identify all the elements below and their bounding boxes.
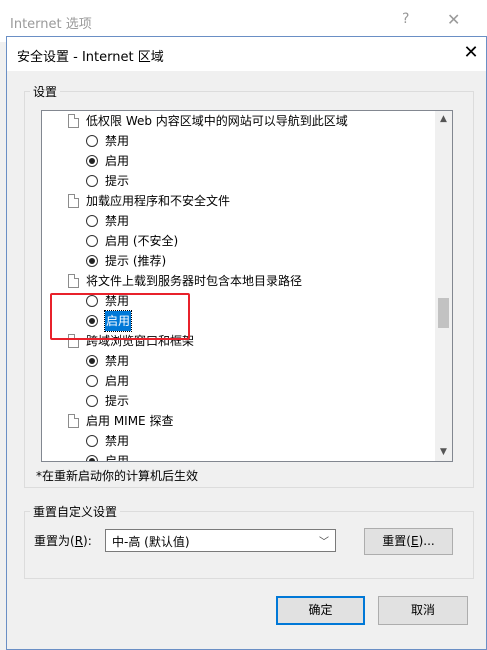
setting-option-label[interactable]: 禁用 bbox=[105, 291, 129, 311]
radio-checked-icon[interactable] bbox=[86, 315, 98, 327]
radio-checked-icon[interactable] bbox=[86, 155, 98, 167]
chevron-down-icon: ﹀ bbox=[319, 537, 329, 548]
setting-option[interactable]: 提示 bbox=[42, 171, 432, 191]
radio-unchecked-icon[interactable] bbox=[86, 435, 98, 447]
scrollbar[interactable]: ▲ ▼ bbox=[435, 111, 452, 461]
settings-listbox[interactable]: 低权限 Web 内容区域中的网站可以导航到此区域 禁用 启用 提示 加载应用程序和不安全… bbox=[41, 110, 453, 462]
close-icon[interactable]: ✕ bbox=[447, 10, 460, 29]
setting-option-label[interactable]: 启用 bbox=[103, 310, 133, 332]
setting-option[interactable]: 禁用 bbox=[42, 431, 432, 451]
page-icon bbox=[68, 114, 79, 128]
ok-button[interactable]: 确定 bbox=[276, 596, 365, 625]
setting-option-label[interactable]: 禁用 bbox=[105, 351, 129, 371]
radio-unchecked-icon[interactable] bbox=[86, 295, 98, 307]
setting-option[interactable]: 启用 (不安全) bbox=[42, 231, 432, 251]
reset-level-value: 中-高 (默认值) bbox=[112, 535, 190, 549]
setting-option[interactable]: 禁用 bbox=[42, 291, 432, 311]
setting-option-label[interactable]: 启用 (不安全) bbox=[105, 231, 178, 251]
setting-option[interactable]: 启用 bbox=[42, 371, 432, 391]
setting-option[interactable]: 禁用 bbox=[42, 351, 432, 371]
radio-unchecked-icon[interactable] bbox=[86, 395, 98, 407]
setting-header-label: 加载应用程序和不安全文件 bbox=[86, 194, 231, 208]
setting-header-label: 跨域浏览窗口和框架 bbox=[86, 334, 195, 348]
setting-option[interactable]: 禁用 bbox=[42, 211, 432, 231]
setting-option-label[interactable]: 提示 bbox=[105, 391, 129, 411]
radio-unchecked-icon[interactable] bbox=[86, 215, 98, 227]
setting-option-label[interactable]: 启用 bbox=[105, 371, 129, 391]
setting-option[interactable]: 启用 bbox=[42, 451, 432, 461]
radio-unchecked-icon[interactable] bbox=[86, 235, 98, 247]
setting-header: 低权限 Web 内容区域中的网站可以导航到此区域 bbox=[42, 111, 432, 131]
setting-option-label[interactable]: 提示 (推荐) bbox=[105, 251, 166, 271]
setting-option[interactable]: 启用 bbox=[42, 151, 432, 171]
radio-unchecked-icon[interactable] bbox=[86, 375, 98, 387]
scroll-up-arrow-icon[interactable]: ▲ bbox=[435, 111, 452, 128]
radio-unchecked-icon[interactable] bbox=[86, 175, 98, 187]
setting-header: 将文件上载到服务器时包含本地目录路径 bbox=[42, 271, 432, 291]
dialog-close-icon[interactable]: ✕ bbox=[461, 42, 481, 63]
reset-group-label: 重置自定义设置 bbox=[30, 503, 121, 520]
setting-option-label[interactable]: 禁用 bbox=[105, 431, 129, 451]
setting-option-label[interactable]: 禁用 bbox=[105, 211, 129, 231]
setting-option-label[interactable]: 提示 bbox=[105, 171, 129, 191]
question-mark-icon[interactable]: ? bbox=[402, 11, 409, 27]
setting-option[interactable]: 禁用 bbox=[42, 131, 432, 151]
dialog-titlebar: 安全设置 - Internet 区域 ✕ bbox=[7, 37, 486, 71]
reset-to-label: 重置为(R): bbox=[34, 534, 92, 548]
scrollbar-thumb[interactable] bbox=[438, 298, 449, 328]
setting-option-label[interactable]: 启用 bbox=[105, 151, 129, 171]
page-icon bbox=[68, 274, 79, 288]
page-icon bbox=[68, 194, 79, 208]
restart-note: *在重新启动你的计算机后生效 bbox=[36, 469, 199, 483]
radio-checked-icon[interactable] bbox=[86, 455, 98, 461]
setting-header-label: 将文件上载到服务器时包含本地目录路径 bbox=[86, 274, 303, 288]
page-icon bbox=[68, 334, 79, 348]
setting-header: 启用 MIME 探查 bbox=[42, 411, 432, 431]
radio-checked-icon[interactable] bbox=[86, 355, 98, 367]
settings-group-label: 设置 bbox=[30, 83, 61, 100]
setting-header-label: 低权限 Web 内容区域中的网站可以导航到此区域 bbox=[86, 114, 348, 128]
setting-option[interactable]: 启用 bbox=[42, 310, 432, 332]
setting-option[interactable]: 提示 (推荐) bbox=[42, 251, 432, 271]
parent-window-title: Internet 选项 bbox=[10, 17, 92, 32]
scroll-down-arrow-icon[interactable]: ▼ bbox=[435, 444, 452, 461]
reset-to-hotkey: R bbox=[74, 534, 84, 548]
radio-checked-icon[interactable] bbox=[86, 255, 98, 267]
setting-option[interactable]: 提示 bbox=[42, 391, 432, 411]
setting-header-label: 启用 MIME 探查 bbox=[86, 414, 174, 428]
page-icon bbox=[68, 414, 79, 428]
setting-option-label[interactable]: 启用 bbox=[105, 451, 129, 461]
setting-header: 加载应用程序和不安全文件 bbox=[42, 191, 432, 211]
setting-header: 跨域浏览窗口和框架 bbox=[42, 331, 432, 351]
radio-unchecked-icon[interactable] bbox=[86, 135, 98, 147]
dialog-title: 安全设置 - Internet 区域 bbox=[17, 50, 164, 65]
setting-option-label[interactable]: 禁用 bbox=[105, 131, 129, 151]
reset-button[interactable]: 重置(E)... bbox=[364, 528, 453, 555]
reset-level-combobox[interactable]: 中-高 (默认值) ﹀ bbox=[105, 529, 336, 552]
cancel-button[interactable]: 取消 bbox=[378, 596, 468, 625]
